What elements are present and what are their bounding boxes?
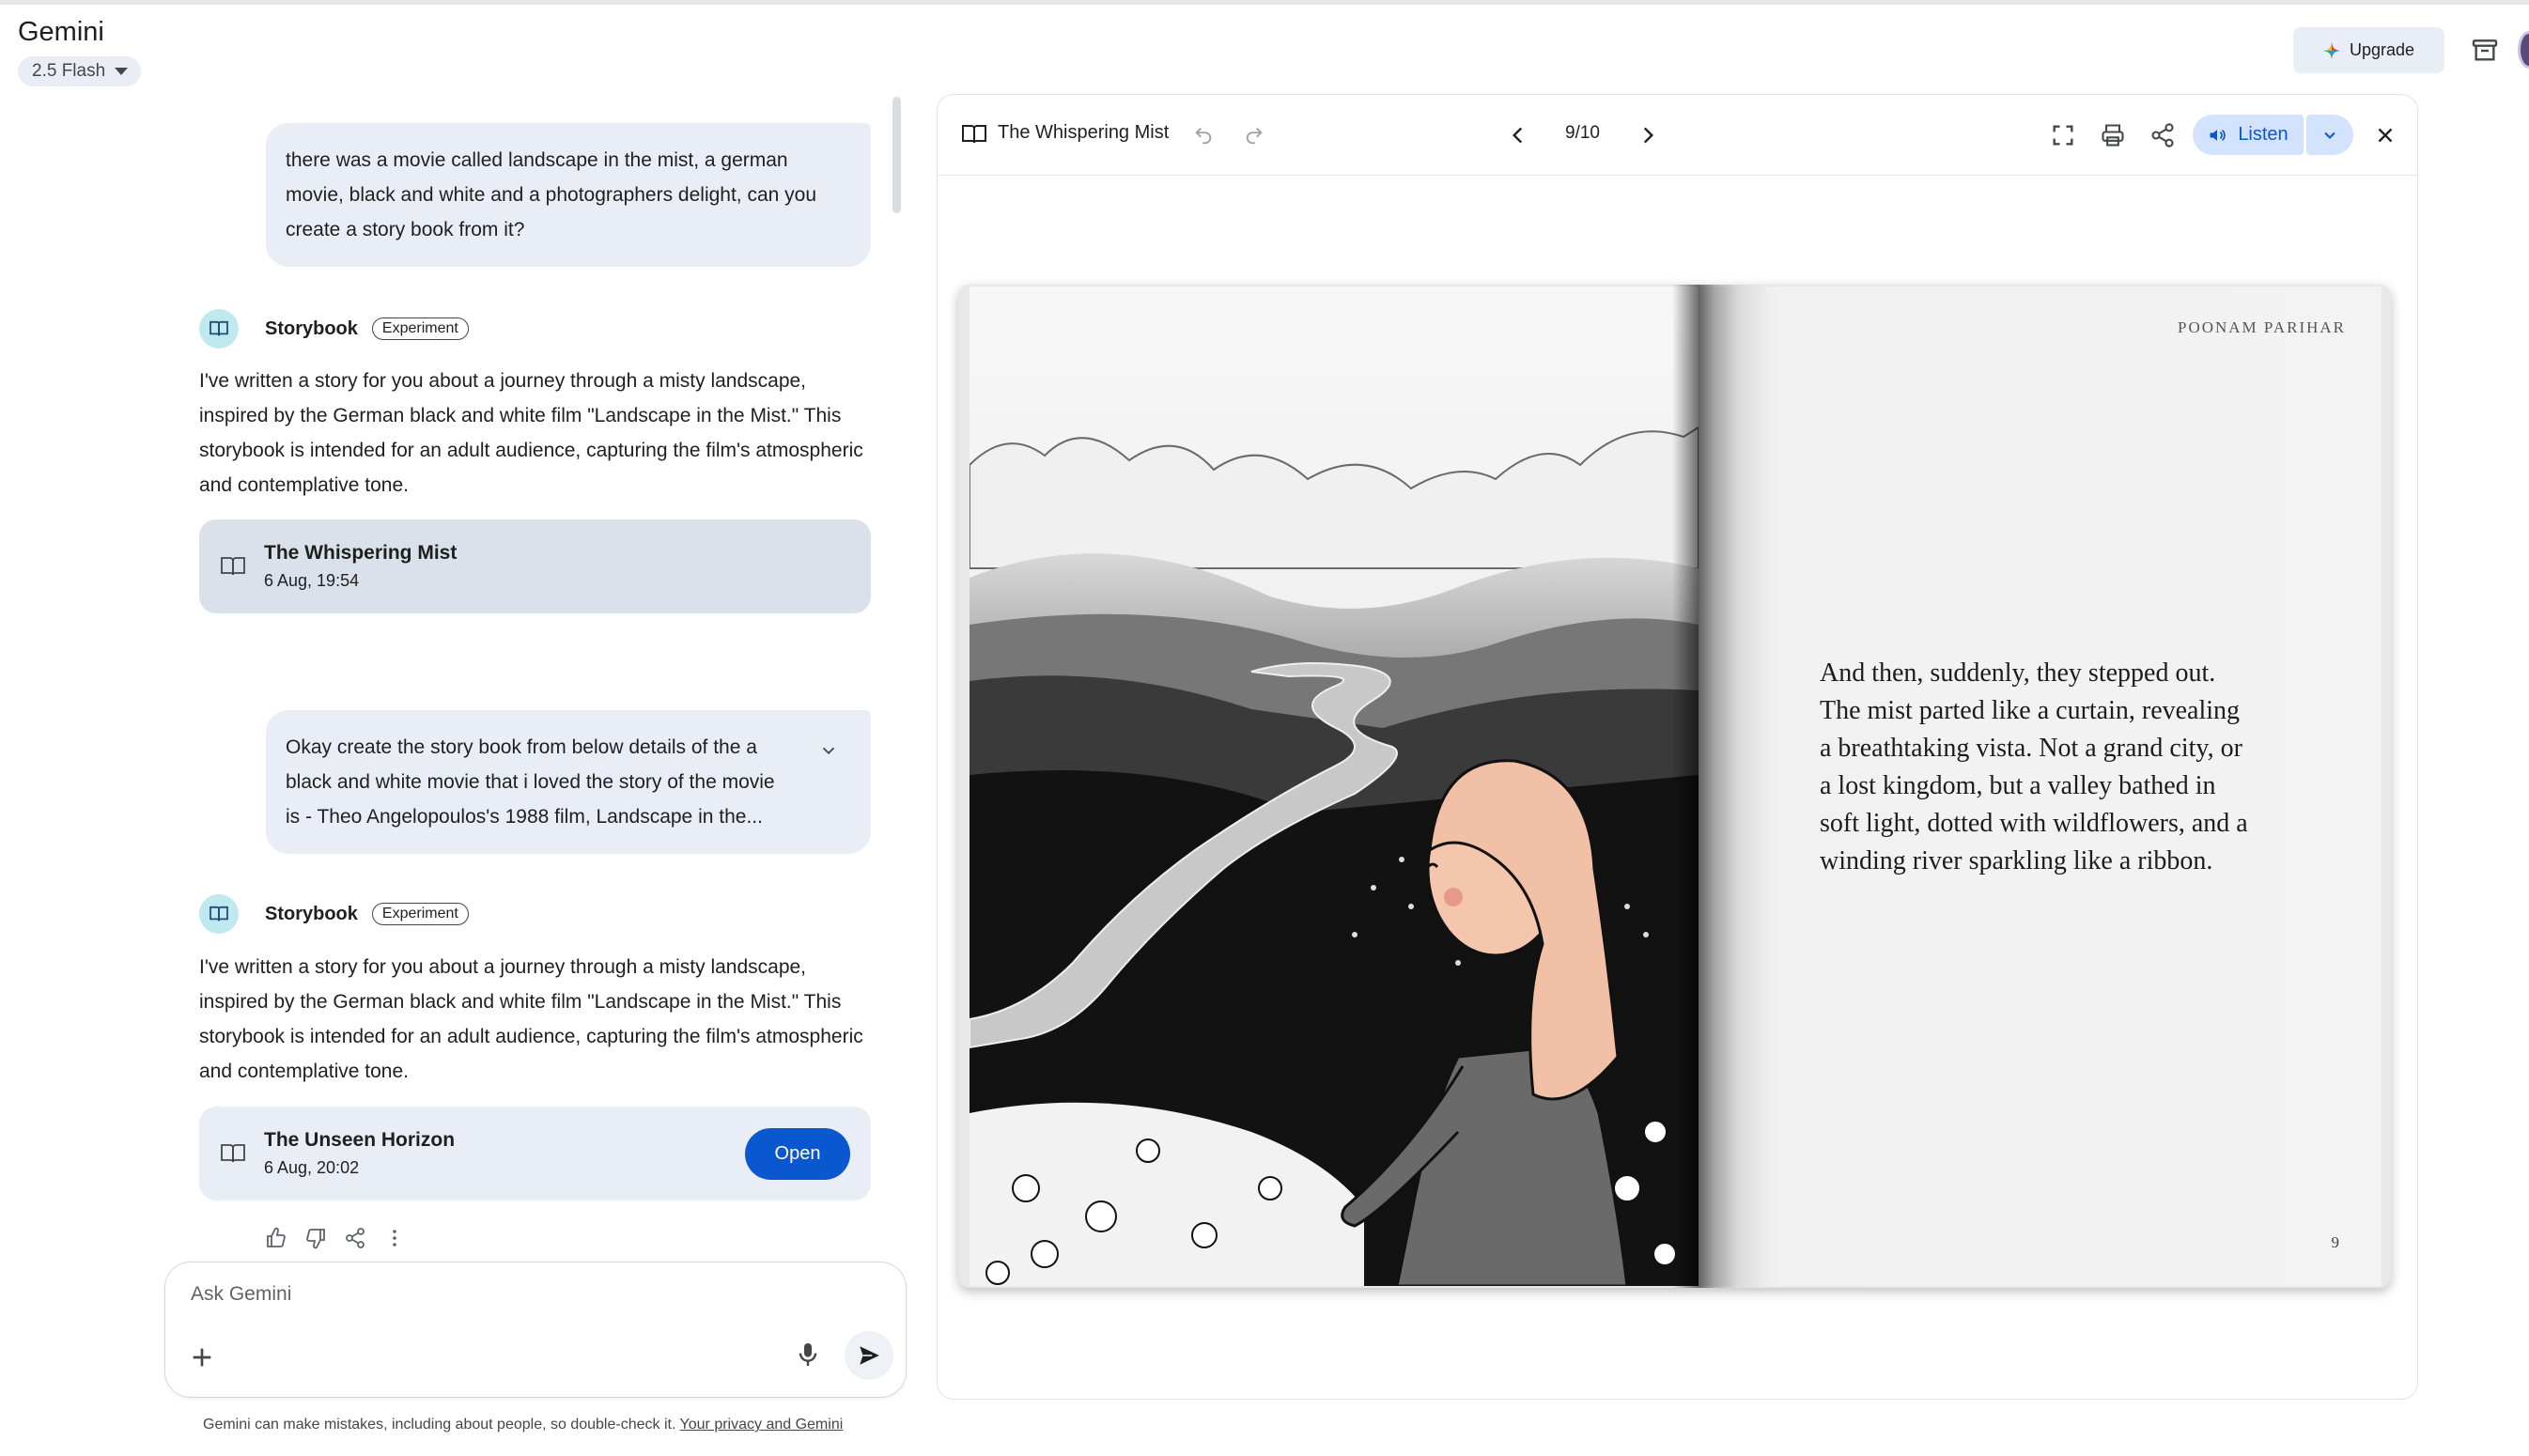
illustration-page <box>970 287 1699 1286</box>
chevron-down-icon[interactable] <box>818 740 839 761</box>
share-icon[interactable] <box>344 1227 366 1249</box>
microphone-icon[interactable] <box>793 1340 823 1370</box>
story-card-date: 6 Aug, 20:02 <box>264 1158 360 1177</box>
story-text: And then, suddenly, they stepped out. Th… <box>1820 658 2248 875</box>
text-page: POONAM PARIHAR And then, suddenly, they … <box>1699 287 2382 1286</box>
panel-toolbar: The Whispering Mist 9/10 Listen <box>938 95 2417 176</box>
chevron-right-icon[interactable] <box>1636 123 1660 147</box>
book-icon <box>221 1144 245 1163</box>
chat-scrollbar[interactable] <box>892 97 901 213</box>
experiment-badge: Experiment <box>371 903 469 925</box>
response-header-1: Storybook Experiment <box>199 309 469 349</box>
book-icon <box>221 557 245 576</box>
open-button[interactable]: Open <box>745 1128 850 1180</box>
thumbs-down-icon[interactable] <box>304 1227 327 1249</box>
book-spread: POONAM PARIHAR And then, suddenly, they … <box>958 285 2391 1288</box>
send-button[interactable] <box>845 1331 893 1380</box>
chevron-left-icon[interactable] <box>1506 123 1530 147</box>
panel-title: The Whispering Mist <box>998 122 1170 143</box>
page-number: 9 <box>2331 1233 2340 1251</box>
response-actions <box>265 1227 406 1249</box>
print-icon[interactable] <box>2100 122 2126 148</box>
undo-icon[interactable] <box>1193 125 1214 146</box>
send-icon <box>860 1346 879 1365</box>
book-icon <box>209 320 228 336</box>
fullscreen-icon[interactable] <box>2050 122 2076 148</box>
share-icon[interactable] <box>2149 122 2176 148</box>
author-name: POONAM PARIHAR <box>2178 318 2346 336</box>
story-card-date: 6 Aug, 19:54 <box>264 571 360 590</box>
experiment-badge: Experiment <box>371 318 469 340</box>
page-indicator: 9/10 <box>1565 123 1600 143</box>
app-title: Gemini <box>18 17 104 47</box>
book-icon <box>209 906 228 922</box>
book-gutter <box>1672 285 1766 1288</box>
prompt-input[interactable] <box>191 1283 848 1306</box>
dropdown-arrow-icon <box>115 68 129 75</box>
story-card-title: The Whispering Mist <box>264 542 458 564</box>
response-header-2: Storybook Experiment <box>199 894 469 934</box>
disclaimer: Gemini can make mistakes, including abou… <box>203 1417 843 1433</box>
redo-icon[interactable] <box>1244 125 1264 146</box>
top-border <box>0 0 2529 5</box>
story-card-title: The Unseen Horizon <box>264 1129 456 1151</box>
disclaimer-text: Gemini can make mistakes, including abou… <box>203 1417 680 1433</box>
book-icon <box>962 125 986 144</box>
plus-icon[interactable] <box>187 1342 217 1372</box>
responder-name: Storybook <box>265 903 358 924</box>
user-message-2: Okay create the story book from below de… <box>266 710 871 854</box>
more-options-icon[interactable] <box>383 1227 406 1249</box>
sparkle-icon <box>2322 41 2340 59</box>
user-message-text: there was a movie called landscape in th… <box>286 149 817 240</box>
prompt-box <box>164 1262 907 1398</box>
valley-illustration <box>970 287 1699 1286</box>
account-avatar[interactable] <box>2518 31 2529 69</box>
model-label: 2.5 Flash <box>32 61 106 81</box>
listen-label: Listen <box>2238 124 2289 145</box>
story-card-unseen-horizon[interactable]: The Unseen Horizon 6 Aug, 20:02 Open <box>199 1107 871 1200</box>
response-text-2: I've written a story for you about a jou… <box>199 956 863 1082</box>
responder-name: Storybook <box>265 318 358 339</box>
speaker-icon <box>2210 129 2226 141</box>
thumbs-up-icon[interactable] <box>265 1227 287 1249</box>
response-text-1: I've written a story for you about a jou… <box>199 370 863 496</box>
storybook-avatar <box>199 894 239 934</box>
chevron-down-icon <box>2324 132 2335 139</box>
close-icon[interactable] <box>2373 123 2397 147</box>
user-message-text: Okay create the story book from below de… <box>286 736 775 828</box>
upgrade-label: Upgrade <box>2349 40 2415 59</box>
user-message-1: there was a movie called landscape in th… <box>266 123 871 267</box>
listen-button[interactable]: Listen <box>2193 115 2304 155</box>
privacy-link[interactable]: Your privacy and Gemini <box>680 1417 844 1433</box>
storybook-avatar <box>199 309 239 349</box>
temporary-chat-icon[interactable] <box>2470 36 2500 66</box>
story-card-whispering-mist[interactable]: The Whispering Mist 6 Aug, 19:54 <box>199 519 871 613</box>
upgrade-button[interactable]: Upgrade <box>2293 27 2444 73</box>
model-selector[interactable]: 2.5 Flash <box>18 56 142 86</box>
listen-options-button[interactable] <box>2306 115 2353 155</box>
